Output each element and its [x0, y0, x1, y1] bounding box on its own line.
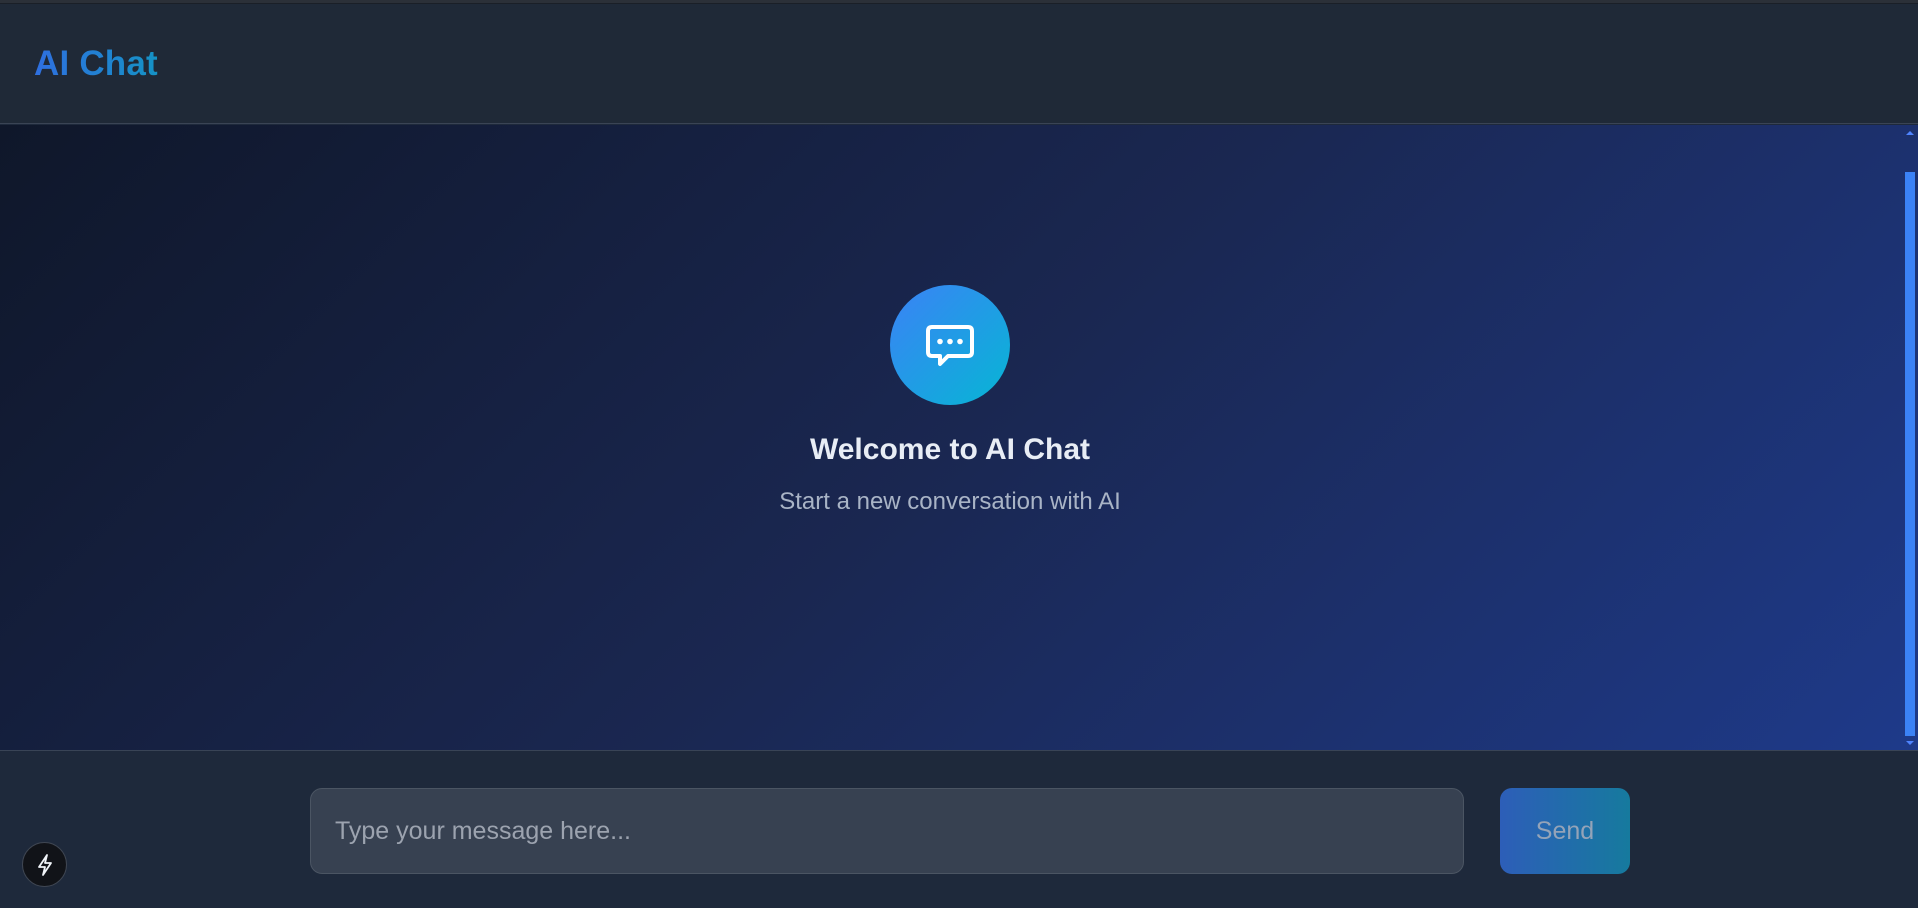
chat-area[interactable]: Welcome to AI Chat Start a new conversat…	[0, 125, 1918, 751]
welcome-panel: Welcome to AI Chat Start a new conversat…	[0, 285, 1900, 525]
scroll-up-arrow-icon[interactable]	[1906, 131, 1914, 135]
send-button[interactable]: Send	[1500, 788, 1630, 874]
scroll-down-arrow-icon[interactable]	[1906, 741, 1914, 745]
scroll-thumb[interactable]	[1905, 172, 1915, 736]
app-title: AI Chat	[34, 44, 158, 83]
chat-bubble-dots-icon	[890, 285, 1010, 405]
welcome-title: Welcome to AI Chat	[809, 433, 1091, 466]
welcome-subtitle: Start a new conversation with AI	[779, 488, 1121, 515]
message-composer: Send	[0, 751, 1918, 908]
lightning-bolt-icon[interactable]	[22, 842, 67, 887]
message-input[interactable]	[310, 788, 1464, 874]
app-window: AI Chat Welcome to AI Chat Start a new c…	[0, 0, 1918, 908]
app-header: AI Chat	[0, 4, 1918, 124]
chat-scrollbar[interactable]	[1900, 125, 1918, 751]
